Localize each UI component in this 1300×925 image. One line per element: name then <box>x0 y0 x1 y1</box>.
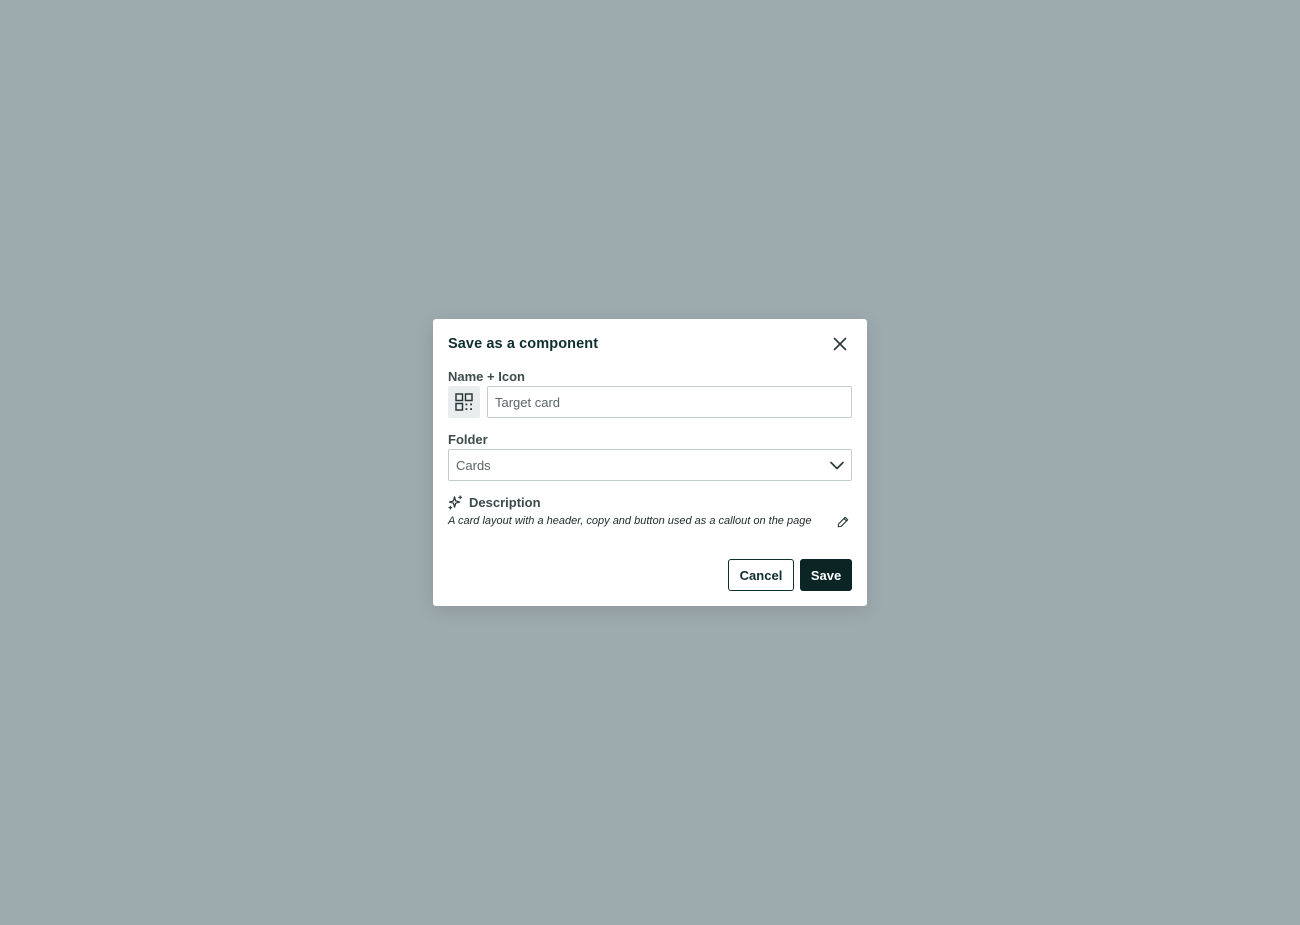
folder-selected-value: Cards <box>456 457 491 473</box>
dialog-title: Save as a component <box>448 336 599 352</box>
close-icon <box>833 337 847 351</box>
component-grid-icon <box>455 393 473 411</box>
folder-select[interactable]: Cards <box>448 449 852 481</box>
name-icon-label: Name + Icon <box>448 369 525 384</box>
cancel-button[interactable]: Cancel <box>728 559 794 591</box>
save-component-dialog: Save as a component Name + Icon Folder C… <box>433 319 867 606</box>
pencil-icon <box>837 516 849 528</box>
folder-label: Folder <box>448 432 488 447</box>
save-button[interactable]: Save <box>800 559 852 591</box>
description-text: A card layout with a header, copy and bu… <box>448 515 812 527</box>
name-input[interactable] <box>487 386 852 418</box>
description-header: Description <box>448 495 541 510</box>
icon-picker-button[interactable] <box>448 386 480 418</box>
sparkle-icon <box>448 495 463 510</box>
close-button[interactable] <box>832 336 848 352</box>
description-label: Description <box>469 495 541 510</box>
chevron-down-icon <box>830 461 844 469</box>
edit-description-button[interactable] <box>836 515 850 529</box>
